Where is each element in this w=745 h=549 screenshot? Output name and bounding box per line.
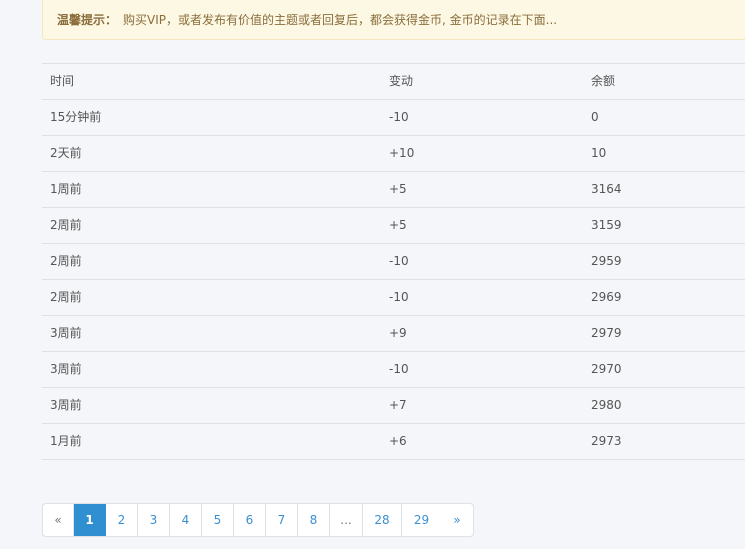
table-row: 2周前 -10 2969 bbox=[42, 279, 745, 315]
pagination-page[interactable]: 8 bbox=[298, 504, 330, 536]
pagination-page[interactable]: 2 bbox=[106, 504, 138, 536]
cell-time: 2周前 bbox=[50, 254, 82, 268]
pagination-page[interactable]: 4 bbox=[170, 504, 202, 536]
cell-change: +10 bbox=[389, 146, 415, 160]
cell-balance: 10 bbox=[591, 146, 607, 160]
pagination-page[interactable]: 5 bbox=[202, 504, 234, 536]
cell-change: +6 bbox=[389, 434, 407, 448]
cell-balance: 3159 bbox=[591, 218, 622, 232]
cell-change: -10 bbox=[389, 254, 409, 268]
coin-records-table: 时间 变动 余额 15分钟前 -10 0 2天前 +10 10 1周前 +5 3164 2周前 +5… bbox=[42, 63, 745, 460]
cell-balance: 2973 bbox=[591, 434, 622, 448]
cell-change: +5 bbox=[389, 182, 407, 196]
cell-change: -10 bbox=[389, 290, 409, 304]
cell-time: 2周前 bbox=[50, 290, 82, 304]
pagination-ellipsis: ... bbox=[330, 504, 363, 536]
cell-change: +5 bbox=[389, 218, 407, 232]
cell-change: +9 bbox=[389, 326, 407, 340]
cell-change: -10 bbox=[389, 110, 409, 124]
cell-balance: 2969 bbox=[591, 290, 622, 304]
pagination-prev[interactable]: « bbox=[43, 504, 74, 536]
cell-time: 3周前 bbox=[50, 326, 82, 340]
cell-balance: 2980 bbox=[591, 398, 622, 412]
cell-time: 3周前 bbox=[50, 362, 82, 376]
pagination-page[interactable]: 6 bbox=[234, 504, 266, 536]
cell-time: 15分钟前 bbox=[50, 110, 102, 124]
pagination-page[interactable]: 29 bbox=[402, 504, 441, 536]
table-row: 3周前 +7 2980 bbox=[42, 387, 745, 423]
cell-change: +7 bbox=[389, 398, 407, 412]
table-row: 2周前 +5 3159 bbox=[42, 207, 745, 243]
notice-label: 温馨提示： bbox=[57, 13, 118, 27]
notice-banner: 温馨提示： 购买VIP，或者发布有价值的主题或者回复后，都会获得金币, 金币的记录… bbox=[42, 0, 745, 40]
pagination-page[interactable]: 1 bbox=[74, 504, 106, 536]
table-row: 1月前 +6 2973 bbox=[42, 423, 745, 460]
pagination-page[interactable]: 7 bbox=[266, 504, 298, 536]
table-row: 1周前 +5 3164 bbox=[42, 171, 745, 207]
table-row: 3周前 +9 2979 bbox=[42, 315, 745, 351]
header-time: 时间 bbox=[50, 74, 75, 88]
table-row: 2天前 +10 10 bbox=[42, 135, 745, 171]
cell-balance: 2979 bbox=[591, 326, 622, 340]
pagination: « 1 2 3 4 5 6 7 8... 28 29 » bbox=[42, 503, 474, 537]
cell-time: 1周前 bbox=[50, 182, 82, 196]
header-balance: 余额 bbox=[591, 74, 616, 88]
cell-time: 3周前 bbox=[50, 398, 82, 412]
pagination-page[interactable]: 3 bbox=[138, 504, 170, 536]
cell-time: 1月前 bbox=[50, 434, 82, 448]
pagination-page[interactable]: 28 bbox=[363, 504, 402, 536]
cell-change: -10 bbox=[389, 362, 409, 376]
cell-time: 2周前 bbox=[50, 218, 82, 232]
cell-balance: 2959 bbox=[591, 254, 622, 268]
header-change: 变动 bbox=[389, 74, 414, 88]
notice-text: 购买VIP，或者发布有价值的主题或者回复后，都会获得金币, 金币的记录在下面..… bbox=[123, 13, 558, 27]
table-header-row: 时间 变动 余额 bbox=[42, 63, 745, 99]
pagination-next[interactable]: » bbox=[441, 504, 473, 536]
cell-balance: 2970 bbox=[591, 362, 622, 376]
table-row: 2周前 -10 2959 bbox=[42, 243, 745, 279]
table-row: 15分钟前 -10 0 bbox=[42, 99, 745, 135]
table-row: 3周前 -10 2970 bbox=[42, 351, 745, 387]
cell-time: 2天前 bbox=[50, 146, 82, 160]
cell-balance: 3164 bbox=[591, 182, 622, 196]
cell-balance: 0 bbox=[591, 110, 599, 124]
